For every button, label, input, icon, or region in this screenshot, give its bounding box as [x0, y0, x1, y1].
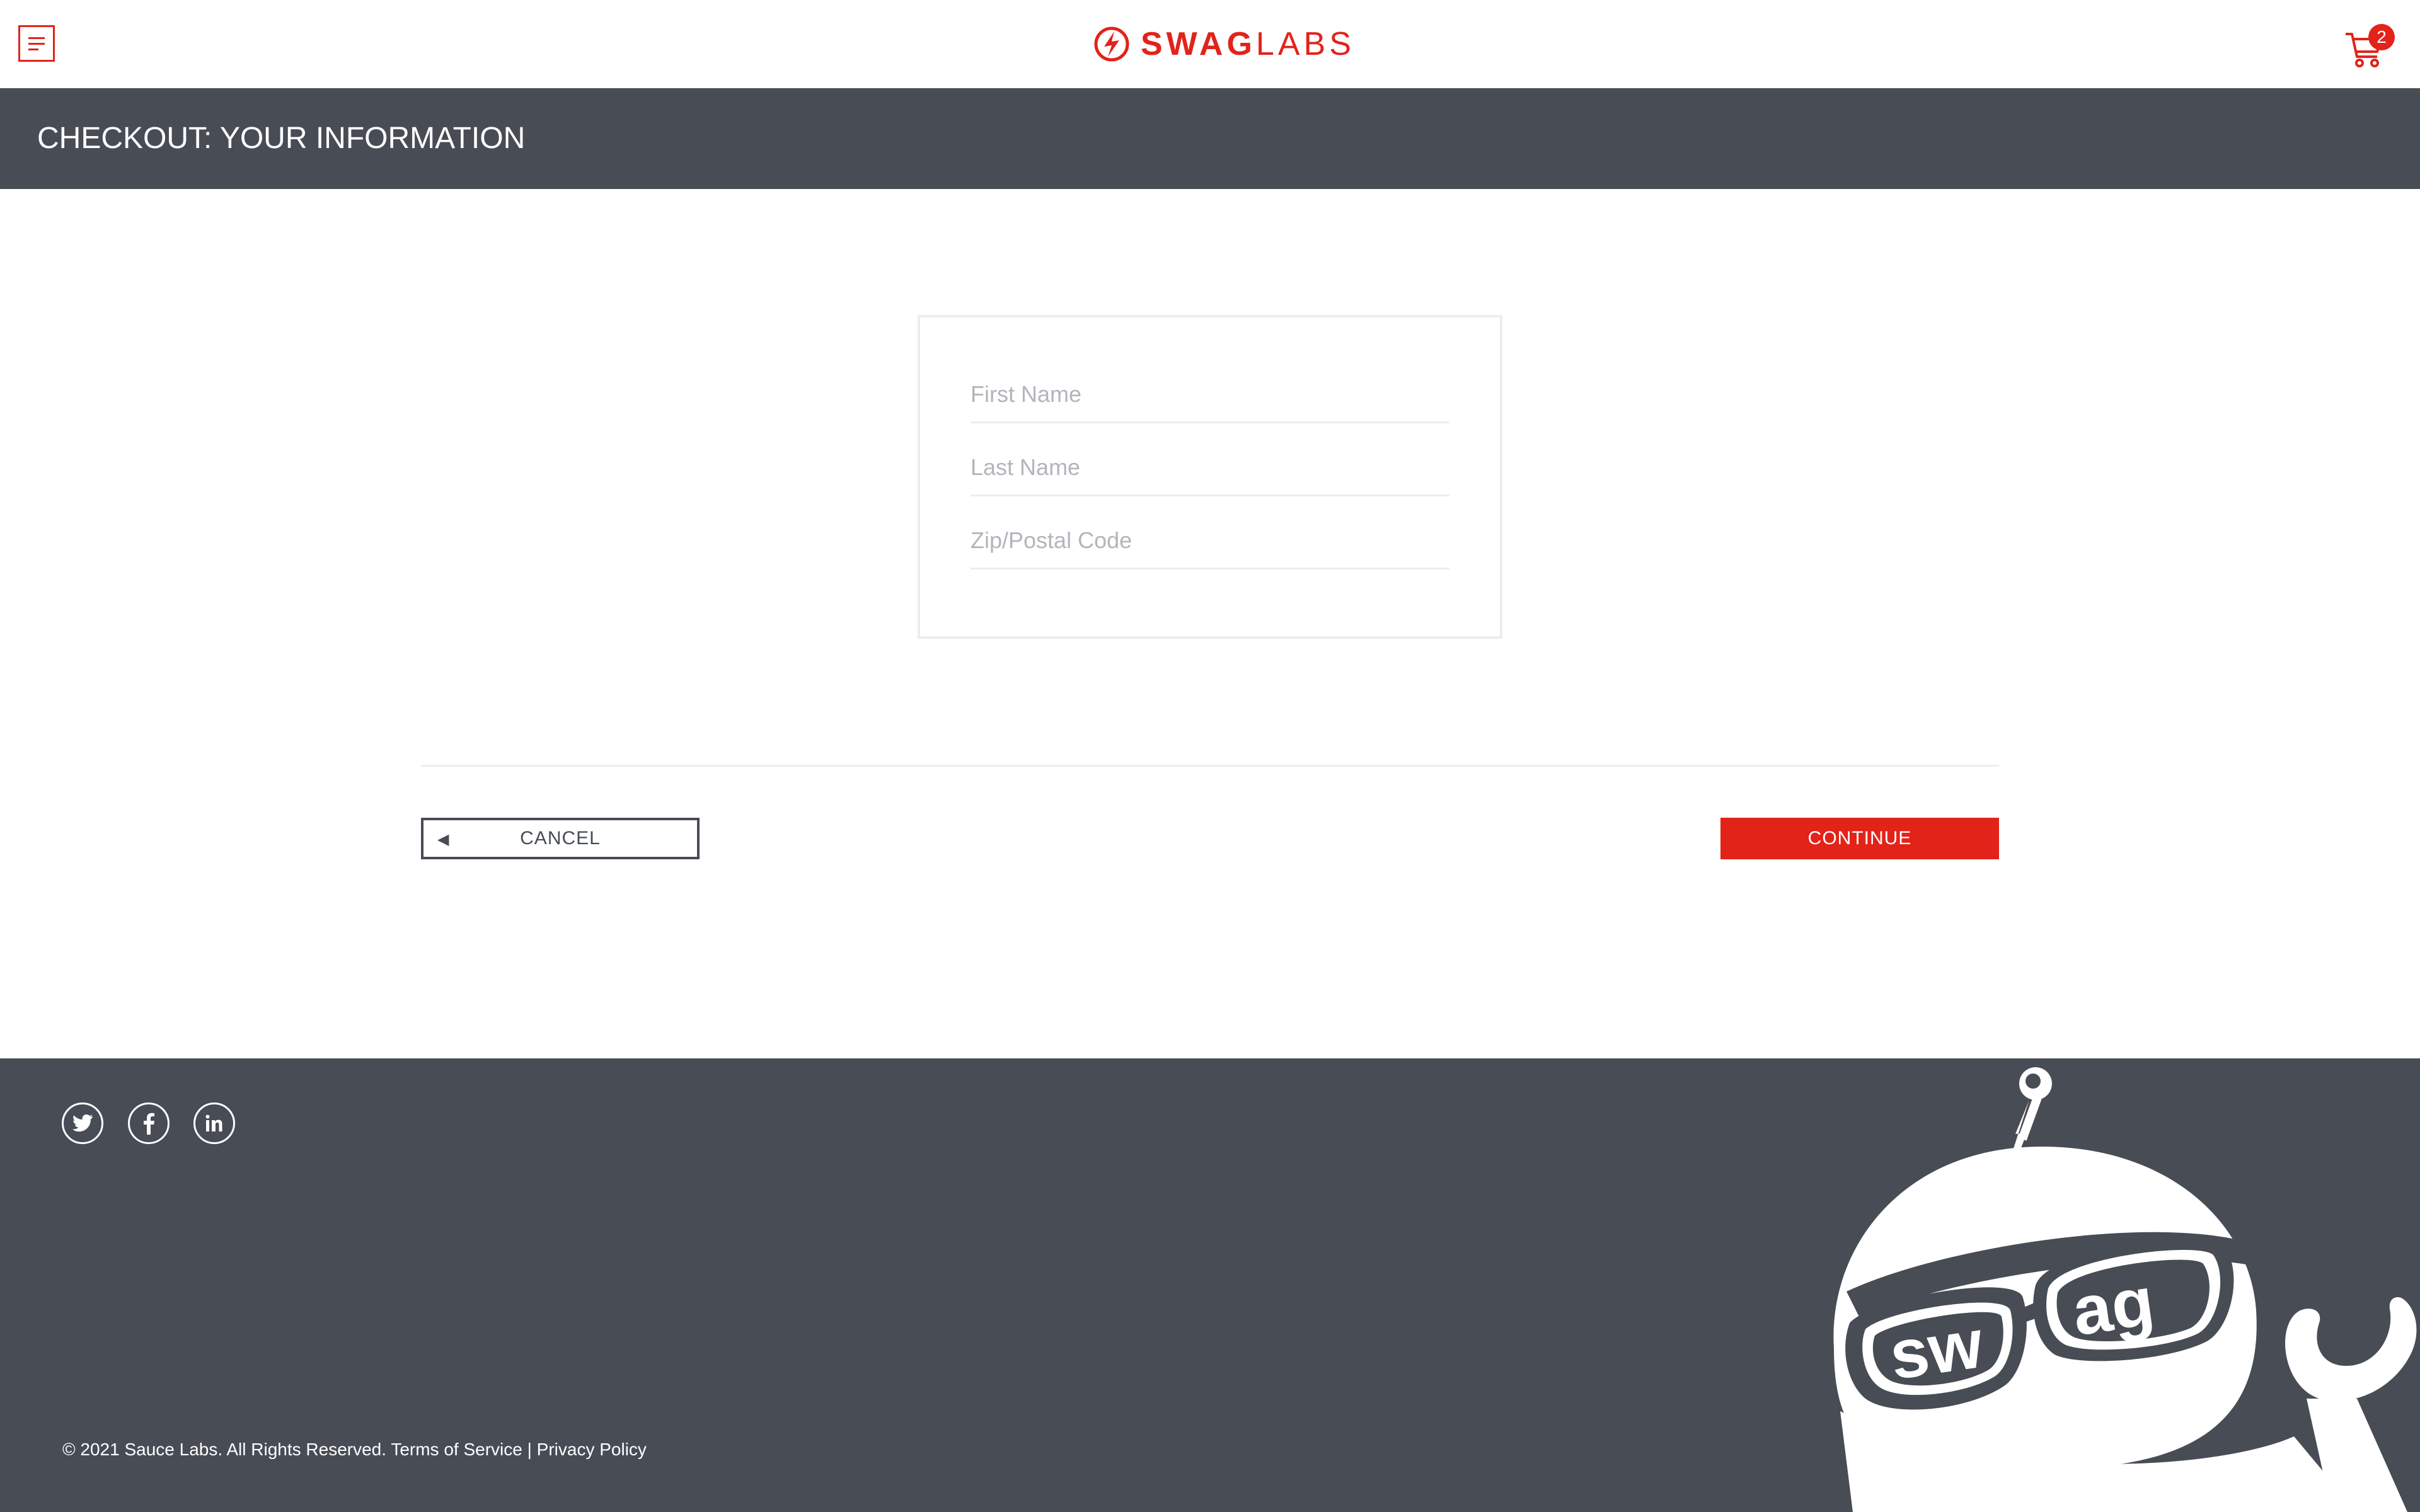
top-header: SWAGLABS 2 [0, 0, 2420, 88]
logo-text-strong: SWAG [1141, 26, 1256, 62]
facebook-icon[interactable] [128, 1102, 170, 1144]
footer-copyright: © 2021 Sauce Labs. All Rights Reserved. … [62, 1439, 647, 1460]
secondary-header: CHECKOUT: YOUR INFORMATION [0, 88, 2420, 189]
swaglabs-bolt-icon [1094, 26, 1129, 62]
checkout-info-form [918, 315, 1502, 639]
linkedin-icon[interactable] [193, 1102, 235, 1144]
terms-of-service-link[interactable]: Terms of Service [391, 1440, 522, 1459]
footer-separator: | [527, 1440, 532, 1459]
continue-button[interactable]: CONTINUE [1720, 818, 1999, 859]
copyright-text: © 2021 Sauce Labs. All Rights Reserved. [62, 1440, 387, 1459]
cart-badge: 2 [2368, 24, 2395, 50]
form-divider [421, 765, 1999, 767]
twitter-icon[interactable] [62, 1102, 103, 1144]
privacy-policy-link[interactable]: Privacy Policy [537, 1440, 647, 1459]
svg-text:ag: ag [2068, 1263, 2158, 1351]
cancel-button[interactable]: ◀ CANCEL [421, 818, 700, 859]
swaglabs-logo: SWAGLABS [1094, 24, 1355, 64]
page-title: CHECKOUT: YOUR INFORMATION [37, 122, 526, 155]
last-name-input[interactable] [971, 440, 1449, 496]
cancel-label: CANCEL [520, 828, 601, 849]
hamburger-menu-icon[interactable] [18, 25, 55, 62]
shopping-cart-link[interactable]: 2 [2344, 24, 2395, 69]
footer: © 2021 Sauce Labs. All Rights Reserved. … [0, 1058, 2420, 1512]
swag-robot-mascot: sw ag [1833, 1067, 2417, 1512]
back-arrow-icon: ◀ [437, 831, 450, 848]
first-name-input[interactable] [971, 367, 1449, 423]
logo-text-light: LABS [1255, 26, 1355, 62]
svg-text:sw: sw [1885, 1305, 1988, 1394]
postal-code-input[interactable] [971, 513, 1449, 570]
continue-label: CONTINUE [1807, 828, 1912, 849]
